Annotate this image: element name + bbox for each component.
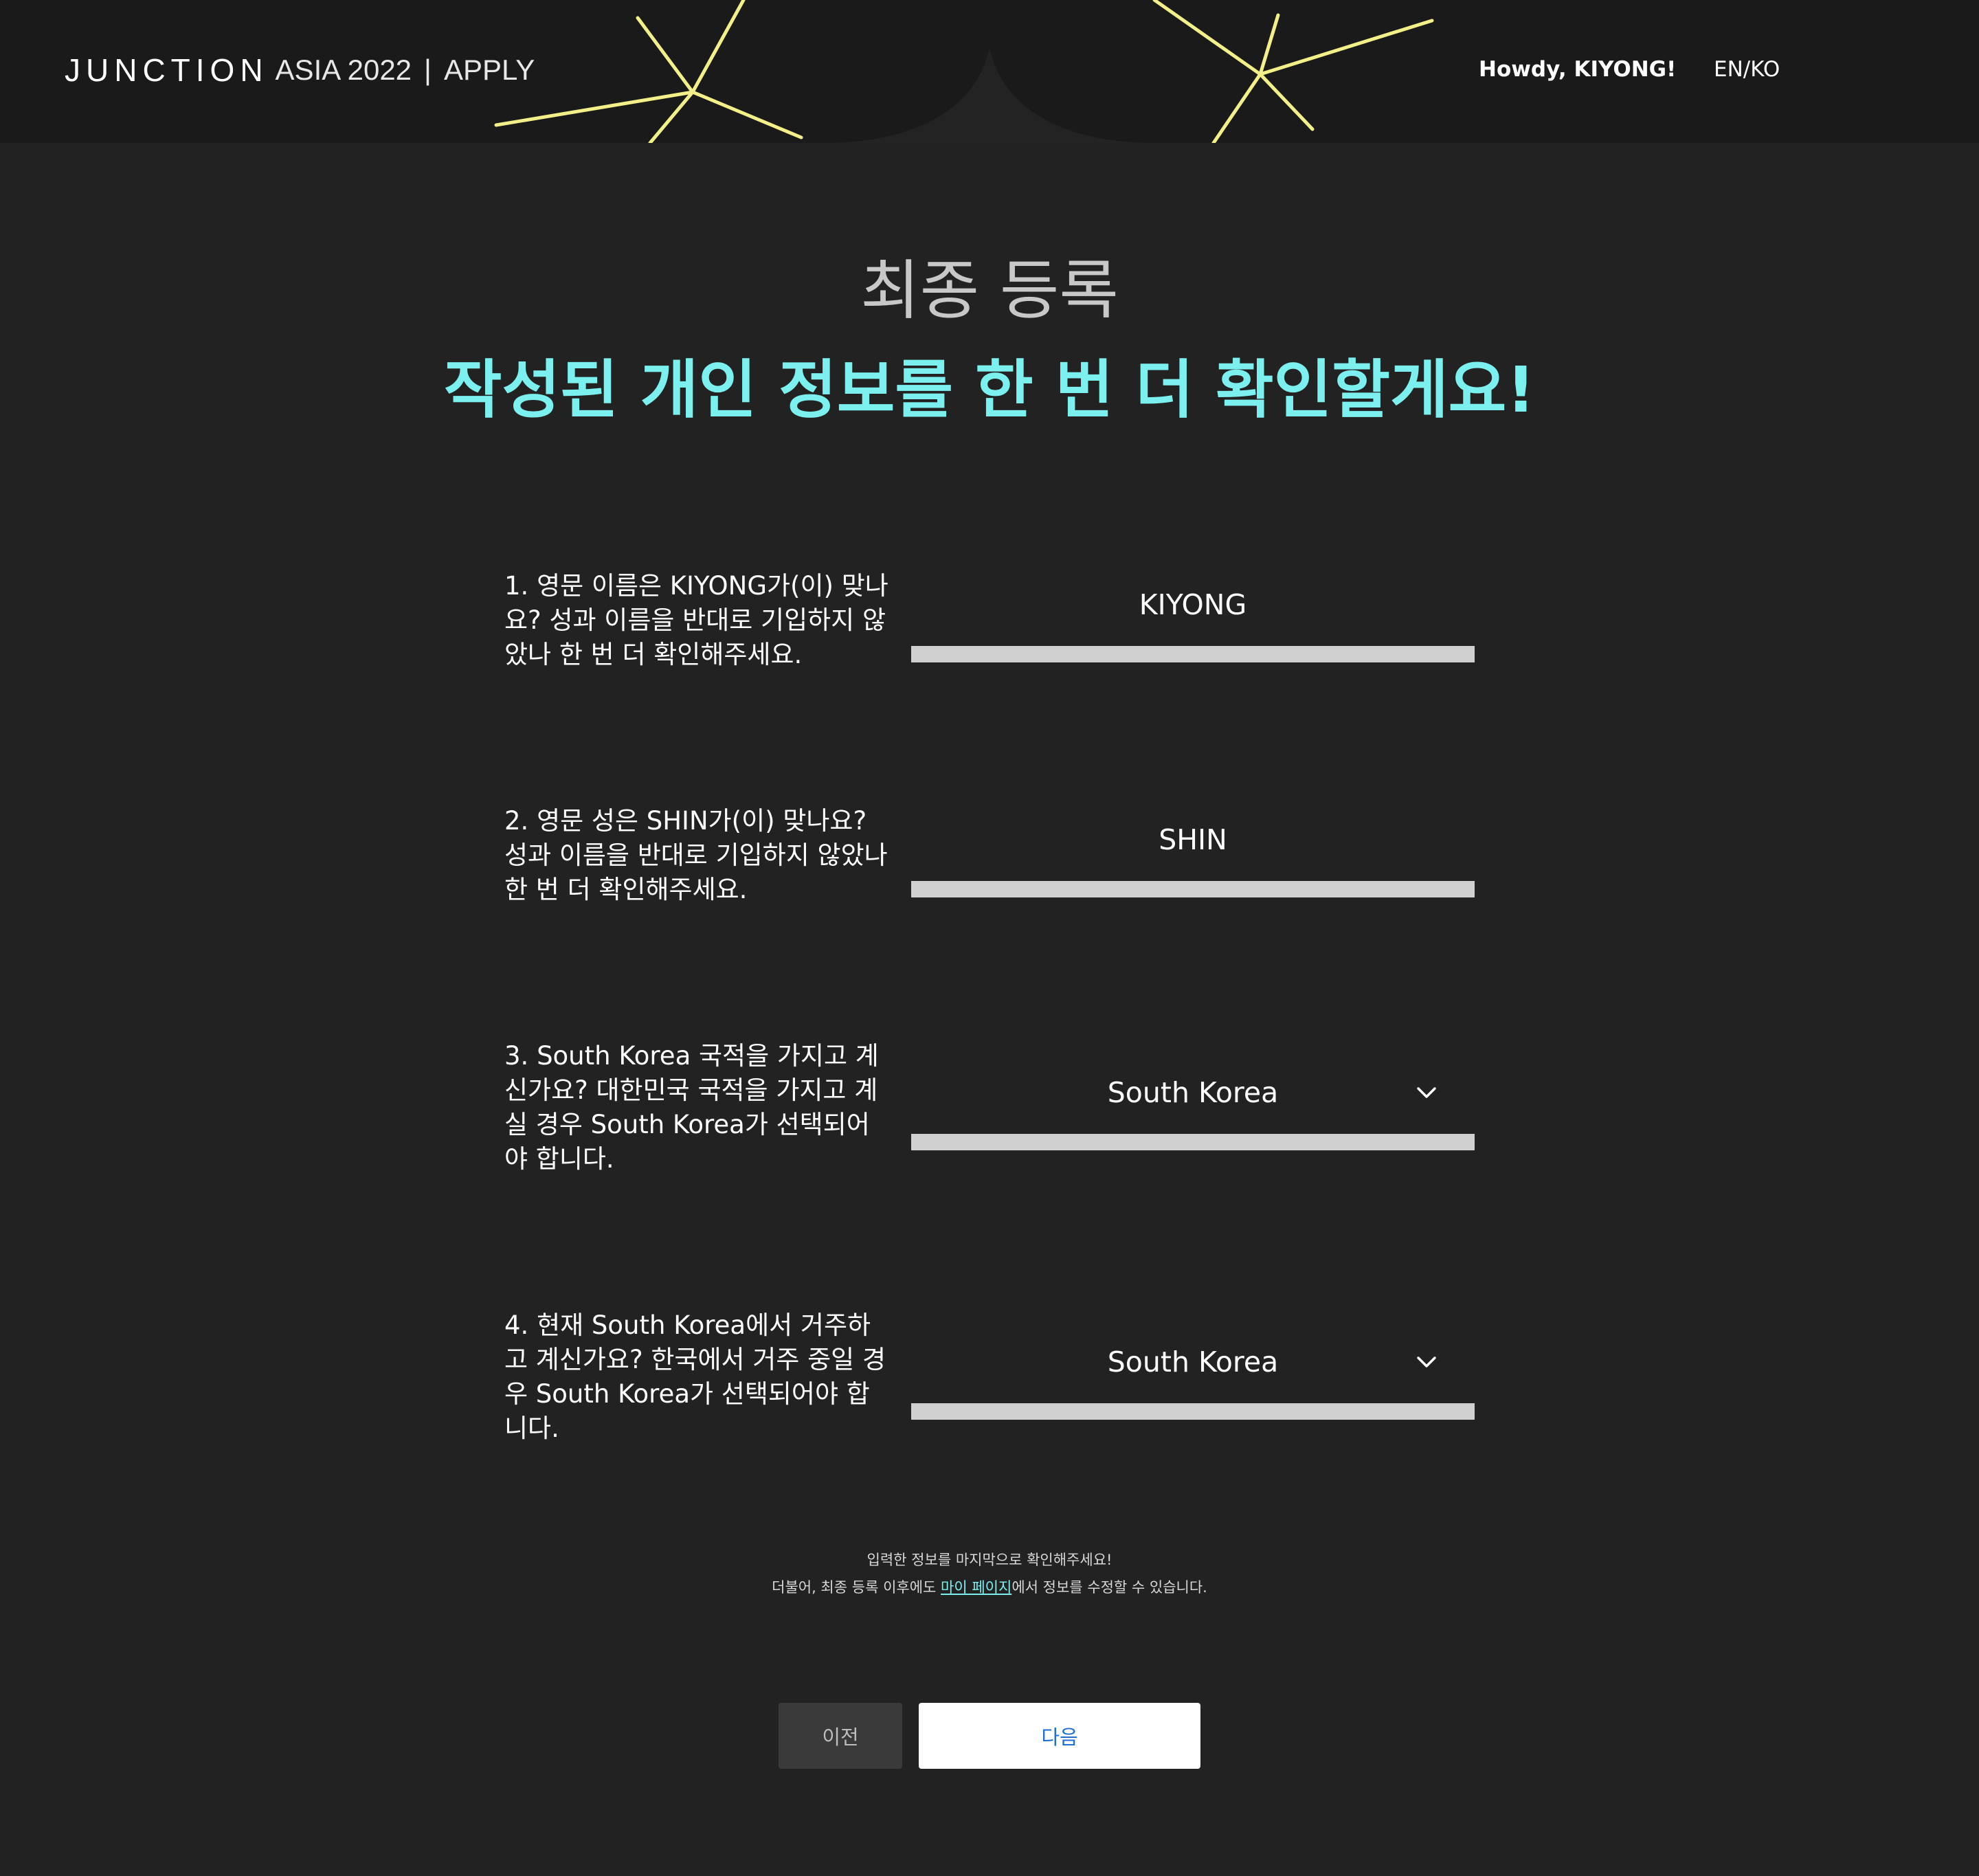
brand-junction-text: JUNCTION xyxy=(65,52,269,88)
question-1-underline xyxy=(911,646,1475,662)
question-1-label: 1. 영문 이름은 KIYONG가(이) 맞나요? 성과 이름을 반대로 기입하… xyxy=(504,571,888,669)
question-3-underline xyxy=(911,1134,1475,1150)
chevron-down-icon[interactable] xyxy=(1414,1080,1439,1105)
my-page-link[interactable]: 마이 페이지 xyxy=(941,1579,1011,1596)
notice-text-after: 에서 정보를 수정할 수 있습니다. xyxy=(1011,1579,1207,1596)
question-3-label: 3. South Korea 국적을 가지고 계신가요? 대한민국 국적을 가지… xyxy=(504,1041,879,1174)
question-2-label: 2. 영문 성은 SHIN가(이) 맞나요? 성과 이름을 반대로 기입하지 않… xyxy=(504,806,888,904)
residence-selected-value: South Korea xyxy=(1107,1345,1279,1378)
notice-text-before: 더불어, 최종 등록 이후에도 xyxy=(772,1579,941,1596)
notice-line-2: 더불어, 최종 등록 이후에도 마이 페이지에서 정보를 수정할 수 있습니다. xyxy=(0,1574,1979,1601)
previous-button[interactable]: 이전 xyxy=(779,1703,902,1769)
brand-separator: | xyxy=(424,54,432,86)
question-1-answer-value: KIYONG xyxy=(1139,588,1247,621)
user-greeting[interactable]: Howdy, KIYONG! xyxy=(1479,52,1676,87)
next-button[interactable]: 다음 xyxy=(919,1703,1200,1769)
residence-select[interactable]: South Korea xyxy=(911,1335,1475,1420)
page-heading: 작성된 개인 정보를 한 번 더 확인할게요! xyxy=(443,353,1536,427)
question-2-underline xyxy=(911,881,1475,897)
step-title: 최종 등록 xyxy=(860,254,1119,328)
site-logo[interactable]: JUNCTION ASIA 2022 | APPLY xyxy=(65,48,535,92)
brand-event-text: ASIA 2022 xyxy=(275,54,412,86)
question-2-answer-field[interactable]: SHIN xyxy=(911,812,1475,897)
question-4-label: 4. 현재 South Korea에서 거주하고 계신가요? 한국에서 거주 중… xyxy=(504,1310,886,1443)
chevron-down-icon[interactable] xyxy=(1414,1350,1439,1374)
question-4-underline xyxy=(911,1403,1475,1420)
question-1-answer-field[interactable]: KIYONG xyxy=(911,577,1475,662)
top-navigation-bar: JUNCTION ASIA 2022 | APPLY Howdy, KIYONG… xyxy=(0,0,1979,143)
language-toggle[interactable]: EN/KO xyxy=(1714,52,1780,87)
nationality-select[interactable]: South Korea xyxy=(911,1065,1475,1150)
nationality-selected-value: South Korea xyxy=(1107,1076,1279,1109)
brand-section-text: APPLY xyxy=(443,54,535,86)
notice-line-1: 입력한 정보를 마지막으로 확인해주세요! xyxy=(866,1552,1113,1568)
question-2-answer-value: SHIN xyxy=(1159,823,1227,856)
